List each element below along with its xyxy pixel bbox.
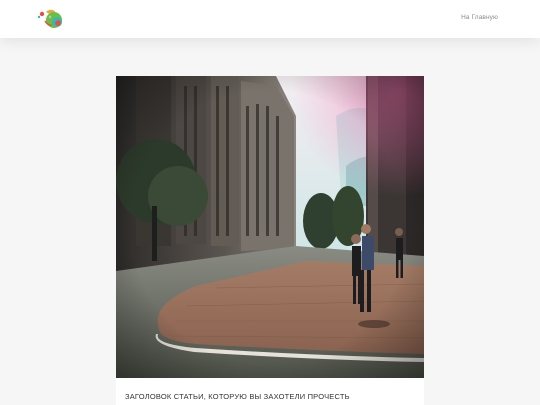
site-header: На Главную: [0, 0, 540, 38]
article-title[interactable]: ЗАГОЛОВОК СТАТЬИ, КОТОРУЮ ВЫ ЗАХОТЕЛИ ПР…: [125, 392, 350, 401]
chameleon-logo-icon: [37, 9, 62, 28]
city-street-photo-icon[interactable]: [116, 76, 424, 378]
article-card[interactable]: ЗАГОЛОВОК СТАТЬИ, КОТОРУЮ ВЫ ЗАХОТЕЛИ ПР…: [116, 76, 424, 405]
site-logo[interactable]: [36, 8, 66, 30]
nav-home-link[interactable]: На Главную: [461, 14, 498, 21]
